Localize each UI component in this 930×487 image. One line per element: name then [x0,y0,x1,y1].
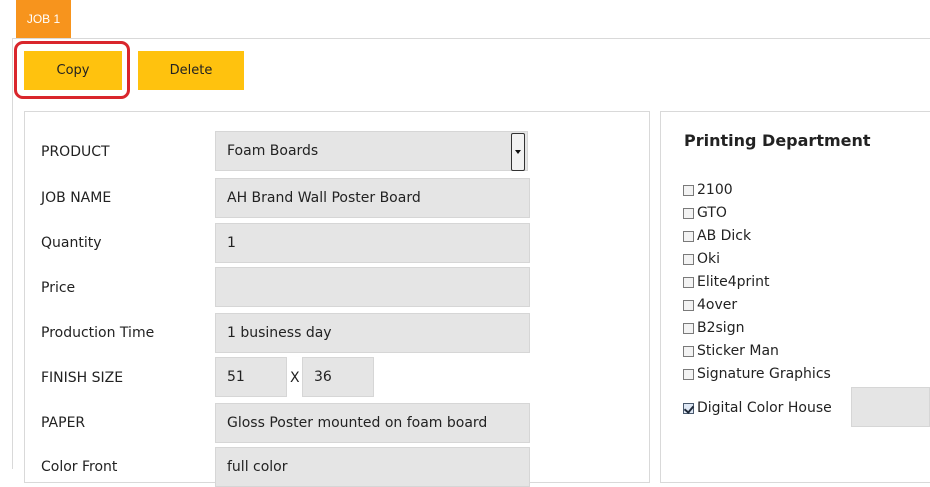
checkbox[interactable] [683,253,694,265]
printer-option-label: B2sign [697,320,745,336]
copy-button[interactable]: Copy [24,51,122,90]
finish-width-input[interactable]: 51 [215,357,287,397]
quantity-input[interactable]: 1 [215,223,530,263]
finish-height-input[interactable]: 36 [302,357,374,397]
quantity-label: Quantity [41,235,102,251]
printer-option-label: 2100 [697,182,733,198]
printer-option-label: Elite4print [697,274,770,290]
production-time-label: Production Time [41,325,155,341]
production-time-input[interactable]: 1 business day [215,313,530,353]
printer-option-label: Signature Graphics [697,366,831,382]
printer-option-label: Oki [697,251,721,267]
tab-divider [12,38,930,39]
printing-department-title: Printing Department [684,131,871,150]
printer-option-label: Sticker Man [697,343,779,359]
color-front-input[interactable]: full color [215,447,530,487]
price-label: Price [41,280,76,296]
job-name-input[interactable]: AH Brand Wall Poster Board [215,178,530,218]
printer-option-label: GTO [697,205,727,221]
job-name-label: JOB NAME [41,190,112,206]
checkbox[interactable] [683,345,694,357]
checkbox[interactable] [683,368,694,380]
paper-input[interactable]: Gloss Poster mounted on foam board [215,403,530,443]
printer-option-sticker-man[interactable]: Sticker Man [683,341,779,361]
product-select-value: Foam Boards [227,143,319,159]
printer-option-ab-dick[interactable]: AB Dick [683,226,751,246]
printer-option-2100[interactable]: 2100 [683,180,733,200]
checkbox[interactable] [683,184,694,196]
printer-option-oki[interactable]: Oki [683,249,720,269]
finish-size-label: FINISH SIZE [41,370,124,386]
checkbox[interactable] [683,207,694,219]
price-input[interactable] [215,267,530,307]
paper-label: PAPER [41,415,86,431]
finish-size-separator: X [290,370,300,386]
printer-option-elite4print[interactable]: Elite4print [683,272,770,292]
checkbox[interactable] [683,276,694,288]
printer-option-label: Digital Color House [697,400,832,416]
printer-option-4over[interactable]: 4over [683,295,737,315]
printer-option-b2sign[interactable]: B2sign [683,318,744,338]
printer-option-digital-color-house[interactable]: Digital Color House [683,398,832,418]
chevron-down-icon[interactable] [511,133,525,171]
checkbox-checked[interactable] [683,402,694,414]
product-label: PRODUCT [41,144,110,160]
product-select[interactable]: Foam Boards [215,131,528,171]
printer-option-label: AB Dick [697,228,752,244]
printer-option-signature-graphics[interactable]: Signature Graphics [683,364,831,384]
delete-button[interactable]: Delete [138,51,244,90]
checkbox[interactable] [683,322,694,334]
panel-left-border [12,38,13,469]
color-front-label: Color Front [41,459,118,475]
tab-job-1[interactable]: JOB 1 [16,0,71,38]
printer-option-label: 4over [697,297,738,313]
printer-option-gto[interactable]: GTO [683,203,727,223]
digital-color-house-input[interactable] [851,387,930,427]
checkbox[interactable] [683,230,694,242]
checkbox[interactable] [683,299,694,311]
